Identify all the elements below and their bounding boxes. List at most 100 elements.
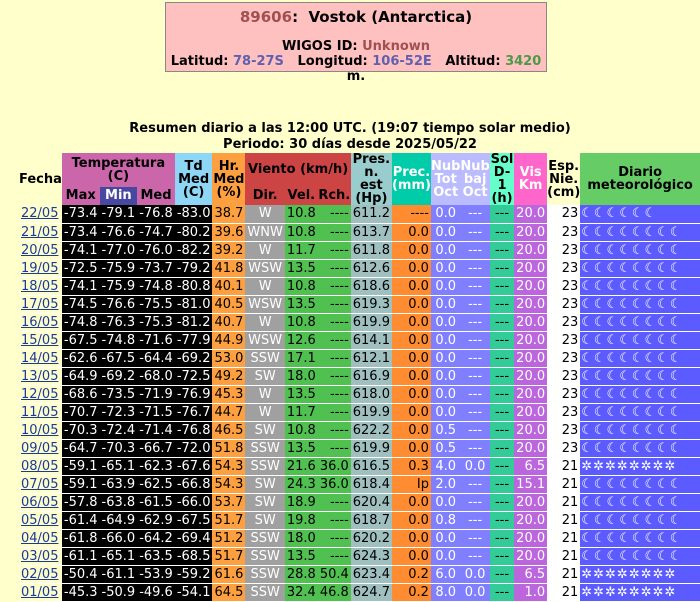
cloud-low: --- (460, 439, 490, 458)
temp-med: -75.3 (137, 313, 175, 332)
hr-med: 49.2 (212, 367, 246, 386)
pressure: 616.9 (350, 367, 392, 386)
cloud-total: 0.0 (430, 313, 461, 332)
date-cell: 02/05 (19, 565, 62, 584)
wind-vel: 13.5 (284, 385, 318, 404)
date-cell: 01/05 (19, 583, 62, 602)
table-row: 15/05 -67.5 -74.8 -71.6 -77.9 44.9 WSW 12.6 ----… (19, 331, 700, 350)
wind-dir: SSW (245, 583, 285, 602)
temp-max: -72.5 (61, 259, 100, 278)
date-cell: 12/05 (19, 385, 62, 404)
weather-diary-icons: ☾☾☾☾☾☾ (580, 205, 700, 224)
date-link[interactable]: 05/05 (21, 513, 58, 528)
hr-med: 53.7 (212, 493, 246, 512)
date-link[interactable]: 11/05 (21, 405, 58, 420)
date-link[interactable]: 04/05 (21, 531, 58, 546)
hr-med: 40.5 (212, 295, 246, 314)
date-link[interactable]: 22/05 (21, 206, 58, 221)
date-link[interactable]: 13/05 (21, 369, 58, 384)
snow-depth: 23 (547, 349, 581, 368)
date-link[interactable]: 10/05 (21, 423, 58, 438)
temp-min: -65.1 (99, 457, 138, 476)
cloud-low: 0.0 (460, 583, 490, 602)
date-link[interactable]: 07/05 (21, 477, 58, 492)
date-link[interactable]: 12/05 (21, 387, 58, 402)
visibility: 20.0 (514, 439, 548, 458)
cloud-low: --- (460, 367, 490, 386)
wind-dir: WSW (245, 295, 285, 314)
visibility: 1.0 (514, 583, 548, 602)
wind-dir: W (245, 385, 285, 404)
wind-dir: SW (245, 493, 285, 512)
date-link[interactable]: 19/05 (21, 261, 58, 276)
sunshine: --- (489, 223, 515, 242)
precipitation: 0.0 (391, 295, 431, 314)
header-diario: Diario meteorológico (580, 153, 700, 205)
date-link[interactable]: 14/05 (21, 351, 58, 366)
date-link[interactable]: 21/05 (21, 225, 58, 240)
visibility: 20.0 (514, 529, 548, 548)
temp-min: -50.9 (99, 583, 138, 602)
sunshine: --- (489, 385, 515, 404)
temp-max: -70.7 (61, 403, 100, 422)
date-link[interactable]: 15/05 (21, 333, 58, 348)
snow-depth: 21 (547, 565, 581, 584)
header-fecha: Fecha (19, 153, 62, 205)
td-med: -76.7 (174, 403, 213, 422)
sunshine: --- (489, 439, 515, 458)
weather-diary-icons: ☾☾☾☾☾☾☾☾ (580, 547, 700, 566)
sunshine: --- (489, 403, 515, 422)
alt-label: Altitud: (445, 54, 501, 69)
temp-med: -64.4 (137, 349, 175, 368)
weather-diary-icons: ☾☾☾☾☾☾☾☾ (580, 295, 700, 314)
temp-max: -74.1 (61, 277, 100, 296)
date-link[interactable]: 17/05 (21, 297, 58, 312)
temp-med: -75.5 (137, 295, 175, 314)
date-link[interactable]: 18/05 (21, 279, 58, 294)
temp-med: -53.9 (137, 565, 175, 584)
visibility: 20.0 (514, 367, 548, 386)
date-link[interactable]: 16/05 (21, 315, 58, 330)
date-link[interactable]: 09/05 (21, 441, 58, 456)
precipitation: 0.0 (391, 349, 431, 368)
snow-depth: 23 (547, 385, 581, 404)
sunshine: --- (489, 259, 515, 278)
td-med: -59.2 (174, 565, 213, 584)
temp-min: -63.8 (99, 493, 138, 512)
table-row: 19/05 -72.5 -75.9 -73.7 -79.2 41.8 WSW 13.5 ----… (19, 259, 700, 278)
header-med: Med (137, 186, 175, 205)
wigos-line: WIGOS ID: Unknown (166, 39, 546, 54)
date-link[interactable]: 08/05 (21, 459, 58, 474)
temp-min: -61.1 (99, 565, 138, 584)
weather-diary-icons: ✲✲✲✲✲✲✲✲ (580, 457, 700, 476)
table-row: 21/05 -73.4 -76.6 -74.7 -80.2 39.6 WNW 10.8 ----… (19, 223, 700, 242)
hr-med: 51.7 (212, 511, 246, 530)
temp-max: -57.8 (61, 493, 100, 512)
td-med: -67.6 (174, 457, 213, 476)
wind-dir: SW (245, 367, 285, 386)
date-link[interactable]: 02/05 (21, 567, 58, 582)
wind-vel: 28.8 (284, 565, 318, 584)
weather-diary-icons: ☾☾☾☾☾☾☾☾ (580, 277, 700, 296)
hr-med: 40.7 (212, 313, 246, 332)
cloud-low: --- (460, 241, 490, 260)
date-link[interactable]: 03/05 (21, 549, 58, 564)
date-cell: 20/05 (19, 241, 62, 260)
hr-med: 51.7 (212, 547, 246, 566)
date-link[interactable]: 20/05 (21, 243, 58, 258)
date-cell: 03/05 (19, 547, 62, 566)
date-link[interactable]: 06/05 (21, 495, 58, 510)
visibility: 20.0 (514, 349, 548, 368)
temp-med: -64.2 (137, 529, 175, 548)
date-cell: 13/05 (19, 367, 62, 386)
pressure: 619.3 (350, 295, 392, 314)
temp-max: -73.4 (61, 223, 100, 242)
sunshine: --- (489, 529, 515, 548)
hr-med: 53.0 (212, 349, 246, 368)
wind-dir: SW (245, 475, 285, 494)
cloud-low: 0.0 (460, 457, 490, 476)
sunshine: --- (489, 565, 515, 584)
precipitation: 0.0 (391, 385, 431, 404)
date-link[interactable]: 01/05 (21, 585, 58, 600)
cloud-total: 0.0 (430, 331, 461, 350)
